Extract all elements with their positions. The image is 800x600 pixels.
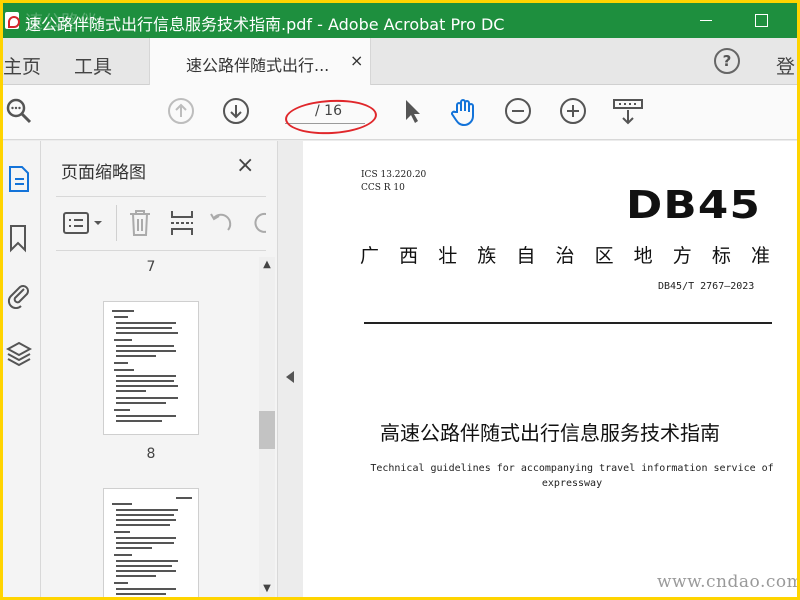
- page-thumbnails-panel: 页面缩略图 × 7 8 ▲ ▼: [41, 141, 278, 597]
- previous-page-icon[interactable]: [167, 97, 195, 125]
- zoom-in-icon[interactable]: [559, 97, 587, 125]
- maximize-button[interactable]: [737, 3, 783, 38]
- standard-category: 广 西 壮 族 自 治 区 地 方 标 准: [360, 241, 770, 268]
- panel-title: 页面缩略图: [61, 163, 146, 183]
- help-icon[interactable]: ?: [714, 48, 740, 74]
- tab-document[interactable]: 速公路伴随式出行... ×: [149, 38, 371, 85]
- toolbar-divider: [116, 205, 117, 241]
- panel-collapse-strip[interactable]: [279, 141, 303, 597]
- category-char: 准: [750, 245, 770, 267]
- page-thumbnail-8[interactable]: [103, 488, 199, 597]
- acrobat-window: 速公路伴随式出行信息服务技术指南.pdf - Adobe Acrobat Pro…: [3, 3, 797, 597]
- thumbnails-scrollbar[interactable]: ▲ ▼: [259, 257, 275, 597]
- left-navigation-rail: [3, 141, 41, 597]
- category-char: 区: [594, 245, 614, 267]
- select-tool-icon[interactable]: [398, 97, 426, 125]
- bookmarks-icon[interactable]: [6, 223, 32, 253]
- minimize-button[interactable]: [683, 3, 729, 38]
- more-tools-icon[interactable]: [250, 208, 266, 242]
- close-panel-icon[interactable]: ×: [236, 153, 254, 178]
- extract-page-icon[interactable]: [168, 208, 196, 242]
- category-char: 标: [711, 245, 731, 267]
- category-char: 地: [633, 245, 653, 267]
- thumbnail-toolbar: [56, 196, 266, 251]
- close-tab-icon[interactable]: ×: [350, 51, 363, 70]
- scroll-down-arrow-icon[interactable]: ▼: [259, 583, 275, 597]
- category-char: 广: [360, 245, 380, 267]
- scrollbar-thumb[interactable]: [259, 411, 275, 449]
- ics-code: ICS 13.220.20: [361, 170, 427, 180]
- document-tab-label: 速公路伴随式出行...: [186, 56, 330, 75]
- next-page-icon[interactable]: [222, 97, 250, 125]
- search-icon[interactable]: [5, 97, 33, 125]
- standard-code-logo: DB45: [626, 183, 761, 227]
- main-toolbar: / 16: [3, 85, 797, 140]
- hand-tool-icon[interactable]: [449, 97, 477, 127]
- scroll-up-arrow-icon[interactable]: ▲: [259, 259, 275, 273]
- category-char: 西: [399, 245, 419, 267]
- watermark-overlay: 速公路伴: [25, 12, 97, 33]
- tab-tools[interactable]: 工具: [74, 52, 112, 79]
- category-char: 族: [477, 245, 497, 267]
- thumbnails-list[interactable]: 7 8: [41, 253, 261, 597]
- page-thumbnail-7[interactable]: [103, 301, 199, 435]
- ccs-code: CCS R 10: [361, 183, 405, 193]
- standard-number: DB45/T 2767—2023: [658, 281, 755, 292]
- document-page[interactable]: ICS 13.220.20 CCS R 10 DB45 广 西 壮 族 自 治 …: [303, 141, 797, 597]
- title-bar: 速公路伴随式出行信息服务技术指南.pdf - Adobe Acrobat Pro…: [3, 3, 797, 38]
- tab-home[interactable]: 主页: [3, 52, 41, 79]
- rotate-page-icon[interactable]: [208, 208, 236, 242]
- collapse-panel-arrow-icon[interactable]: [286, 371, 294, 383]
- zoom-out-icon[interactable]: [504, 97, 532, 125]
- thumbnail-page-label: 8: [146, 446, 156, 462]
- attachments-icon[interactable]: [6, 279, 32, 310]
- page-thumbnails-icon[interactable]: [6, 165, 32, 193]
- thumbnail-options-icon[interactable]: [62, 210, 106, 240]
- acrobat-app-icon: [5, 12, 20, 29]
- category-char: 自: [516, 245, 536, 267]
- sign-in-button[interactable]: 登: [776, 52, 795, 79]
- scroll-mode-icon[interactable]: [612, 97, 644, 125]
- document-title-en: Technical guidelines for accompanying tr…: [370, 463, 774, 489]
- category-char: 方: [672, 245, 692, 267]
- header-rule: [364, 322, 772, 324]
- site-watermark: www.cndao.com: [657, 572, 797, 592]
- category-char: 治: [555, 245, 575, 267]
- delete-page-icon[interactable]: [126, 208, 154, 242]
- document-title-cn: 高速公路伴随式出行信息服务技术指南: [380, 421, 720, 445]
- layers-icon[interactable]: [5, 339, 33, 367]
- tab-bar: 主页 工具 速公路伴随式出行... × ? 登: [3, 38, 797, 85]
- category-char: 壮: [438, 245, 458, 267]
- ics-ccs-codes: ICS 13.220.20 CCS R 10: [361, 169, 426, 195]
- thumbnail-page-label: 7: [146, 259, 156, 275]
